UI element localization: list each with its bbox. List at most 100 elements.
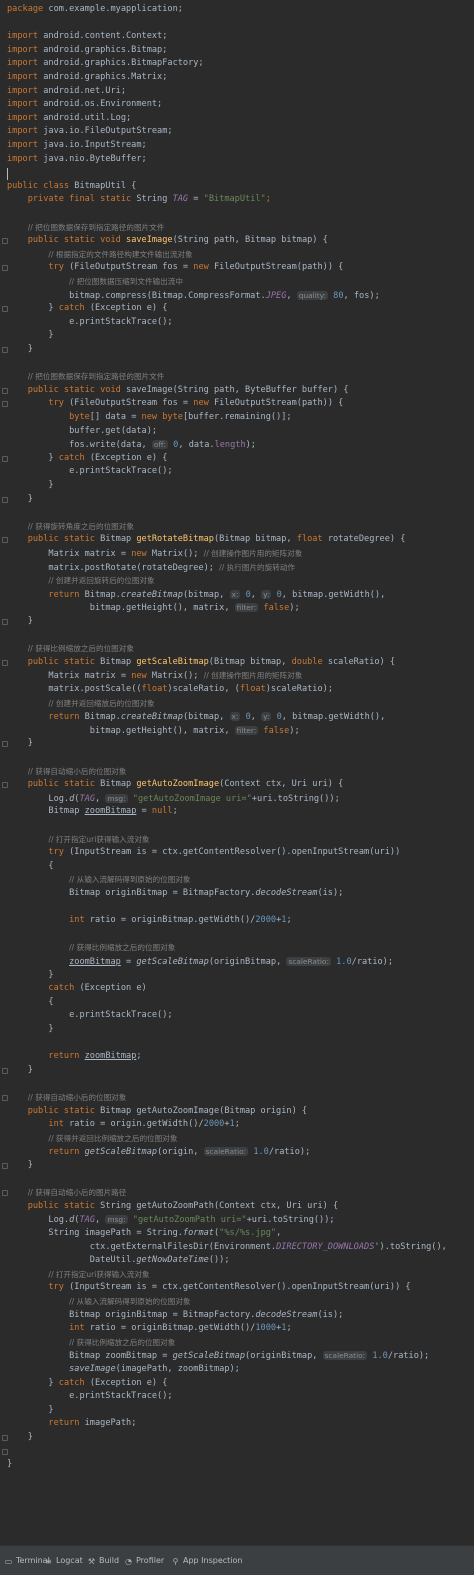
fold-marker-icon[interactable] [2, 1095, 8, 1101]
code-line[interactable]: DateUtil.getNowDateTime()); [7, 1254, 230, 1268]
code-line[interactable]: Bitmap originBitmap = BitmapFactory.deco… [7, 887, 343, 901]
code-line[interactable]: { [7, 996, 53, 1010]
code-line[interactable]: public static void saveImage(String path… [7, 234, 328, 248]
code-line[interactable]: // 把位图数据压缩到文件输出流中 [7, 275, 183, 289]
fold-marker-icon[interactable] [2, 782, 8, 789]
code-line[interactable]: public static Bitmap getRotateBitmap(Bit… [7, 533, 406, 547]
code-line[interactable]: try (InputStream is = ctx.getContentReso… [7, 846, 400, 860]
code-line[interactable]: String imagePath = String.format("%s/%s.… [7, 1227, 281, 1241]
code-line[interactable]: } [7, 1431, 33, 1445]
code-line[interactable]: matrix.postScale((float)scaleRatio, (flo… [7, 683, 333, 697]
code-line[interactable]: catch (Exception e) [7, 982, 146, 996]
code-line[interactable]: import android.graphics.Matrix; [7, 71, 167, 85]
code-line[interactable]: Bitmap originBitmap = BitmapFactory.deco… [7, 1309, 343, 1323]
code-line[interactable]: // 把位图数据保存到指定路径的图片文件 [7, 370, 165, 384]
code-line[interactable]: // 获得并返回比例缩放之后的位图对象 [7, 1132, 177, 1146]
code-line[interactable]: import android.net.Uri; [7, 85, 126, 99]
code-line[interactable]: e.printStackTrace(); [7, 1009, 172, 1023]
code-line[interactable]: int ratio = originBitmap.getWidth()/1000… [7, 1322, 292, 1336]
code-line[interactable]: return getScaleBitmap(origin, scaleRatio… [7, 1145, 310, 1159]
code-line[interactable]: } [7, 737, 33, 751]
code-editor[interactable]: package com.example.myapplication; import… [0, 0, 474, 1545]
fold-marker-icon[interactable] [2, 1448, 8, 1455]
code-line[interactable]: } catch (Exception e) { [7, 1377, 167, 1391]
code-line[interactable]: } [7, 329, 53, 343]
code-line[interactable]: package com.example.myapplication; [7, 3, 183, 17]
code-line[interactable]: private final static String TAG = "Bitma… [7, 193, 271, 207]
code-line[interactable]: } [7, 1023, 53, 1037]
fold-marker-icon[interactable] [2, 401, 8, 408]
code-line[interactable]: import android.util.Log; [7, 112, 131, 126]
code-line[interactable]: public static Bitmap getAutoZoomImage(Co… [7, 778, 344, 792]
code-line[interactable]: try (FileOutputStream fos = new FileOutp… [7, 261, 343, 275]
code-line[interactable]: e.printStackTrace(); [7, 316, 172, 330]
code-line[interactable]: import java.io.FileOutputStream; [7, 125, 173, 139]
code-line[interactable]: return Bitmap.createBitmap(bitmap, x: 0,… [7, 588, 385, 602]
code-line[interactable]: public class BitmapUtil { [7, 180, 136, 194]
code-line[interactable]: import java.nio.ByteBuffer; [7, 153, 147, 167]
code-line[interactable]: } [7, 343, 33, 357]
fold-marker-icon[interactable] [2, 1190, 8, 1197]
code-line[interactable]: } [7, 1159, 33, 1173]
code-line[interactable]: bitmap.compress(Bitmap.CompressFormat.JP… [7, 289, 380, 303]
code-line[interactable]: bitmap.getHeight(), matrix, filter: fals… [7, 724, 300, 738]
code-line[interactable]: // 从输入流解码得到原始的位图对象 [7, 1295, 190, 1309]
fold-marker-icon[interactable] [2, 1435, 8, 1441]
code-line[interactable]: Matrix matrix = new Matrix(); // 创建操作图片用… [7, 669, 302, 683]
code-line[interactable]: e.printStackTrace(); [7, 465, 172, 479]
code-line[interactable]: public static String getAutoZoomPath(Con… [7, 1200, 338, 1214]
fold-marker-icon[interactable] [2, 455, 8, 462]
fold-marker-icon[interactable] [2, 741, 8, 748]
code-line[interactable]: Matrix matrix = new Matrix(); // 创建操作图片用… [7, 547, 302, 561]
tool-tab-profiler[interactable]: ◔ Profiler [124, 1555, 164, 1567]
code-line[interactable]: } [7, 479, 53, 493]
fold-marker-icon[interactable] [2, 238, 8, 245]
code-line[interactable]: } [7, 615, 33, 629]
fold-marker-icon[interactable] [2, 1163, 8, 1169]
code-line[interactable]: import java.io.InputStream; [7, 139, 147, 153]
code-line[interactable]: // 从输入流解码得到原始的位图对象 [7, 873, 190, 887]
code-line[interactable]: } [7, 493, 33, 507]
code-line[interactable]: // 打开指定uri获得输入流对象 [7, 833, 149, 847]
code-line[interactable]: public static void saveImage(String path… [7, 384, 349, 398]
code-line[interactable]: { [7, 860, 53, 874]
code-line[interactable]: // 获得比例缩放之后的位图对象 [7, 941, 175, 955]
code-line[interactable]: // 把位图数据保存到指定路径的图片文件 [7, 221, 165, 235]
code-line[interactable]: // 根据指定的文件路径构建文件输出流对象 [7, 248, 192, 262]
tool-tab-terminal[interactable]: ▭ Terminal [4, 1555, 50, 1567]
code-line[interactable]: Log.d(TAG, msg: "getAutoZoomPath uri="+u… [7, 1213, 335, 1227]
code-line[interactable]: // 获得旋转角度之后的位图对象 [7, 520, 134, 534]
code-line[interactable]: Bitmap zoomBitmap = null; [7, 805, 177, 819]
code-line[interactable]: // 创建并返回缩放后的位图对象 [7, 697, 154, 711]
code-line[interactable]: } catch (Exception e) { [7, 302, 167, 316]
code-line[interactable]: // 打开指定uri获得输入流对象 [7, 1268, 149, 1282]
code-line[interactable]: saveImage(imagePath, zoomBitmap); [7, 1363, 240, 1377]
fold-marker-icon[interactable] [2, 619, 8, 625]
code-line[interactable]: buffer.get(data); [7, 425, 157, 439]
code-line[interactable]: } [7, 1064, 33, 1078]
code-line[interactable]: import android.graphics.BitmapFactory; [7, 57, 204, 71]
tool-tab-logcat[interactable]: ≡ Logcat [44, 1555, 83, 1567]
code-line[interactable]: int ratio = origin.getWidth()/2000+1; [7, 1118, 240, 1132]
code-line[interactable]: import android.content.Context; [7, 30, 167, 44]
code-line[interactable]: return imagePath; [7, 1417, 136, 1431]
fold-marker-icon[interactable] [2, 387, 8, 394]
code-line[interactable]: matrix.postRotate(rotateDegree); // 执行图片… [7, 561, 295, 575]
fold-marker-icon[interactable] [2, 659, 8, 666]
fold-marker-icon[interactable] [2, 265, 8, 272]
fold-marker-icon[interactable] [2, 537, 8, 544]
code-line[interactable]: } catch (Exception e) { [7, 452, 167, 466]
code-line[interactable]: e.printStackTrace(); [7, 1390, 172, 1404]
code-line[interactable]: public static Bitmap getAutoZoomImage(Bi… [7, 1105, 307, 1119]
code-line[interactable]: return zoomBitmap; [7, 1050, 141, 1064]
code-line[interactable]: import android.graphics.Bitmap; [7, 44, 167, 58]
code-line[interactable]: // 获得比例缩放之后的位图对象 [7, 642, 134, 656]
code-line[interactable]: fos.write(data, off: 0, data.length); [7, 438, 256, 452]
code-line[interactable]: // 创建并返回旋转后的位图对象 [7, 574, 154, 588]
fold-marker-icon[interactable] [2, 1067, 8, 1074]
tool-tab-build[interactable]: ⚒ Build [87, 1555, 119, 1567]
code-line[interactable]: // 获得自动缩小后的位图对象 [7, 765, 127, 779]
fold-marker-icon[interactable] [2, 347, 8, 353]
code-line[interactable]: } [7, 1458, 12, 1472]
code-line[interactable]: // 获得自动缩小后的图片路径 [7, 1186, 127, 1200]
